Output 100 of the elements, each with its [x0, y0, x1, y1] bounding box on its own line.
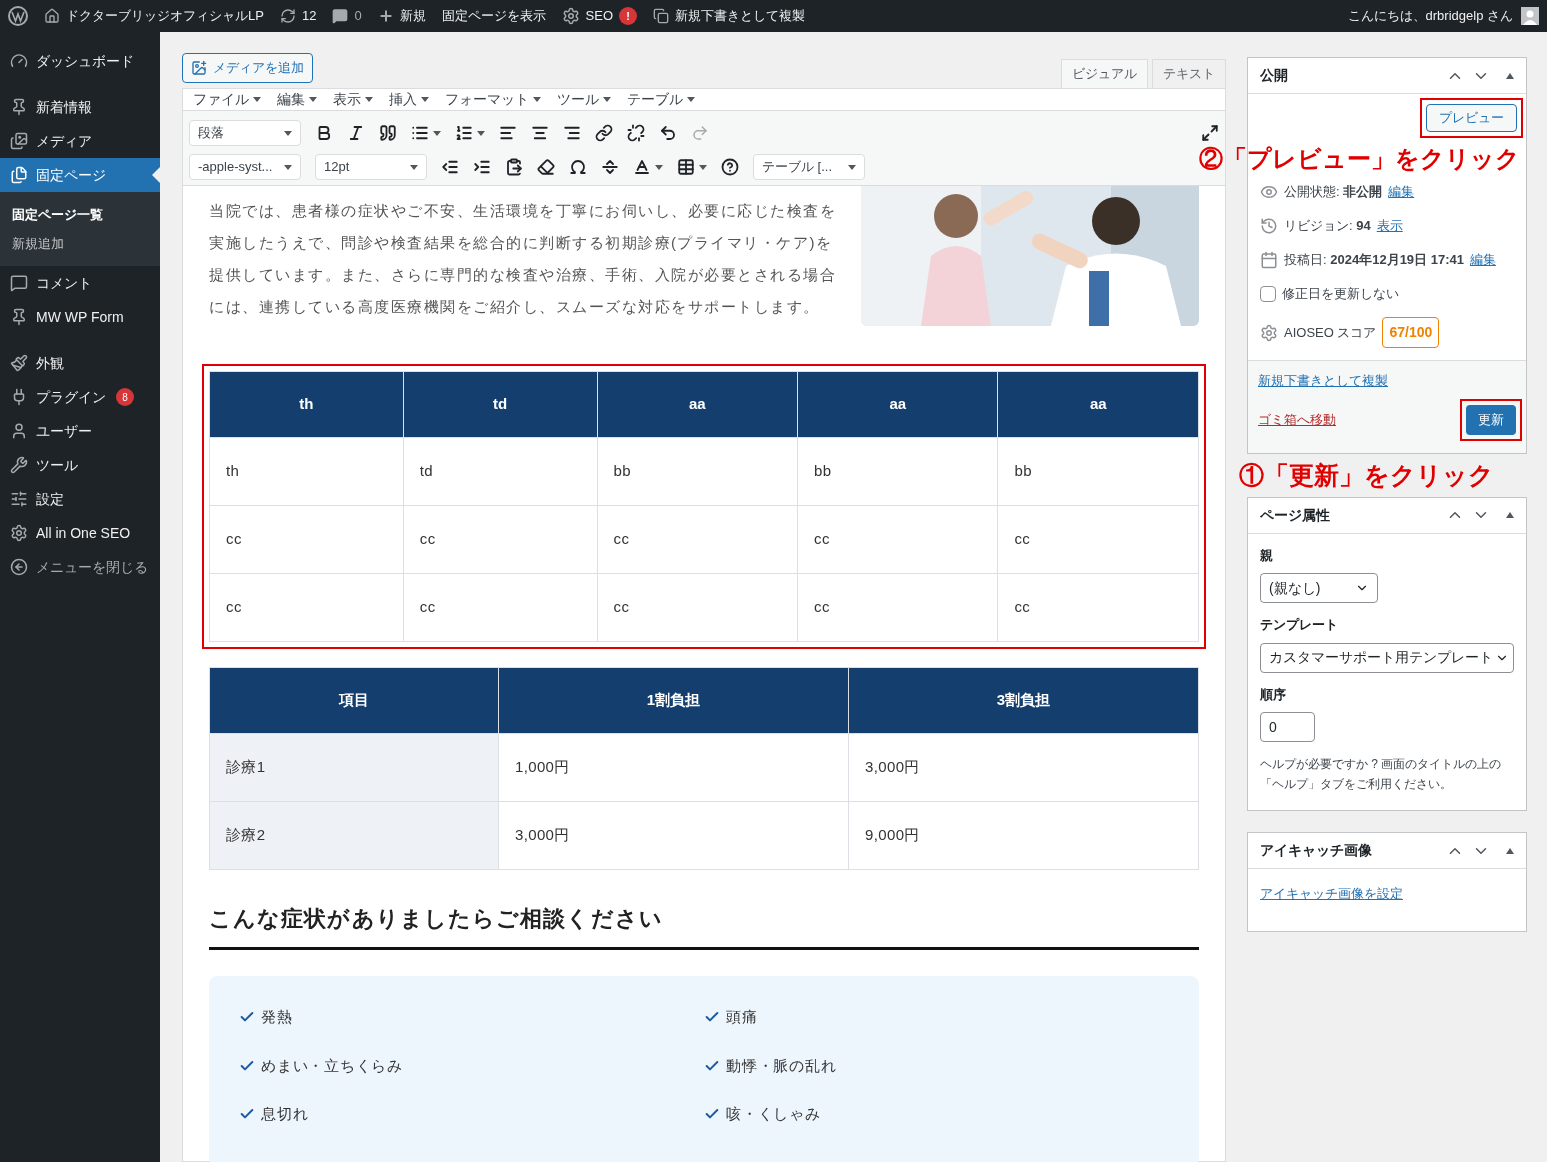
box-title: アイキャッチ画像	[1260, 841, 1372, 860]
quote-icon[interactable]	[379, 124, 397, 142]
page-break-icon[interactable]	[601, 158, 619, 176]
annotation-text: ①「更新」をクリック	[1239, 459, 1494, 491]
caret-icon	[284, 130, 292, 136]
calendar-icon	[1260, 251, 1278, 269]
menu-item[interactable]: フォーマット	[445, 89, 541, 110]
sidebar-item[interactable]: 固定ページ	[0, 158, 160, 192]
sidebar-item[interactable]: ユーザー	[0, 414, 160, 448]
gear-icon	[1260, 323, 1278, 342]
menu-item[interactable]: ツール	[557, 89, 611, 110]
edit-link[interactable]: 編集	[1388, 182, 1415, 202]
italic-icon[interactable]	[347, 124, 365, 142]
format-select[interactable]: 段落	[189, 120, 301, 146]
toggle-icon[interactable]	[1506, 512, 1514, 518]
align-right-icon[interactable]	[563, 124, 581, 142]
view-page-link[interactable]: 固定ページを表示	[441, 6, 546, 26]
submenu-item[interactable]: 新規追加	[0, 229, 160, 258]
field-label: テンプレート	[1260, 616, 1339, 634]
sidebar-item[interactable]: 新着情報	[0, 90, 160, 124]
table-cell: bb	[997, 437, 1199, 506]
eraser-icon[interactable]	[537, 158, 555, 176]
comment-count[interactable]: 0	[354, 6, 362, 26]
editor-tab[interactable]: ビジュアル	[1061, 59, 1148, 88]
section-heading: こんな症状がありましたらご相談ください	[209, 902, 1199, 950]
toggle-icon[interactable]	[1506, 847, 1514, 854]
column-header: td	[403, 371, 598, 438]
refresh-icon	[279, 8, 296, 24]
caret-icon	[410, 164, 418, 170]
template-select[interactable]: カスタマーサポート用テンプレート	[1260, 642, 1514, 673]
update-count[interactable]: 12	[301, 6, 317, 26]
update-button[interactable]: 更新	[1466, 404, 1516, 435]
brush-icon	[10, 354, 28, 372]
preview-button[interactable]: プレビュー	[1426, 104, 1517, 132]
sidebar-item[interactable]: メディア	[0, 124, 160, 158]
score-badge: 67/100	[1382, 317, 1440, 348]
text-color-icon[interactable]	[633, 158, 651, 176]
sidebar-item[interactable]: メニューを閉じる	[0, 550, 160, 584]
site-link[interactable]: ドクターブリッジオフィシャルLP	[66, 6, 264, 26]
greeting[interactable]: こんにちは、drbridgelp さん	[1347, 6, 1513, 26]
seo-link[interactable]: SEO	[585, 6, 614, 26]
help-text: ヘルプが必要ですか ? 画面のタイトルの上の「ヘルプ」タブをご利用ください。	[1260, 756, 1503, 793]
table-cell: 3,000円	[498, 801, 849, 870]
sidebar-item[interactable]: ダッシュボード	[0, 44, 160, 78]
align-center-icon[interactable]	[531, 124, 549, 142]
order-field[interactable]: 0	[1260, 712, 1315, 742]
status-text: 公開状態: 非公開	[1284, 183, 1383, 202]
set-image-link[interactable]: アイキャッチ画像を設定	[1260, 886, 1403, 901]
menu-item[interactable]: ファイル	[193, 89, 261, 110]
duplicate-link[interactable]: 新規下書きとして複製	[1258, 371, 1388, 391]
add-media-button[interactable]: メディアを追加	[182, 53, 313, 83]
caret-icon	[284, 164, 292, 170]
toggle-icon[interactable]	[1506, 72, 1514, 79]
trash-link[interactable]: ゴミ箱へ移動	[1258, 409, 1336, 430]
table-cell: 診療1	[209, 733, 499, 802]
edit-link[interactable]: 編集	[1469, 250, 1496, 270]
body-paragraph: 当院では、患者様の症状やご不安、生活環境を丁寧にお伺いし、必要に応じた検査を実施したうえで、問診や検査結果を総合的に判断する初期診療(プライマリ・ケア)を提供しています。また、さらに専門的な検査や治療、手術、入院が必要とされる場合には、連携している高度医療機関をご紹介し、スムーズな対応をサポートします。	[209, 201, 837, 317]
submenu-item[interactable]: 固定ページ一覧	[0, 200, 160, 229]
align-left-icon[interactable]	[499, 124, 517, 142]
sidebar-item[interactable]: プラグイン 8	[0, 380, 160, 414]
omega-icon[interactable]	[569, 158, 587, 176]
media-icon	[191, 60, 207, 76]
field-label: 順序	[1260, 685, 1287, 704]
sidebar-item[interactable]: All in One SEO	[0, 516, 160, 550]
paste-icon[interactable]	[505, 158, 523, 176]
undo-icon[interactable]	[659, 124, 677, 142]
fullscreen-icon[interactable]	[1201, 124, 1219, 142]
font-select[interactable]: -apple-syst...	[189, 154, 301, 180]
column-header: 3割負担	[848, 667, 1199, 734]
symptom-text: 咳・くしゃみ	[726, 1104, 821, 1124]
sidebar-item[interactable]: 設定	[0, 482, 160, 516]
table-icon[interactable]	[677, 158, 695, 176]
wrench-icon	[10, 456, 28, 474]
menu-item[interactable]: 挿入	[389, 89, 429, 110]
link-icon[interactable]	[595, 124, 613, 142]
new-link[interactable]: 新規	[399, 6, 426, 26]
sidebar-item[interactable]: 外観	[0, 346, 160, 380]
unlink-icon[interactable]	[627, 124, 645, 142]
edit-link[interactable]: 表示	[1376, 216, 1403, 236]
sidebar-item[interactable]: MW WP Form	[0, 300, 160, 334]
user-icon	[10, 422, 28, 440]
editor-tab[interactable]: テキスト	[1152, 59, 1226, 88]
parent-select[interactable]: (親なし)	[1260, 573, 1378, 603]
size-select[interactable]: 12pt	[315, 154, 427, 180]
duplicate-link[interactable]: 新規下書きとして複製	[675, 6, 806, 26]
numbered-list-icon[interactable]	[455, 124, 473, 142]
symptom-text: めまい・立ちくらみ	[261, 1055, 403, 1076]
sidebar-item[interactable]: ツール	[0, 448, 160, 482]
indent-icon[interactable]	[473, 158, 491, 176]
menu-item[interactable]: 表示	[333, 89, 373, 110]
box-title: ページ属性	[1260, 505, 1330, 525]
table-select[interactable]: テーブル [...	[753, 154, 865, 180]
logo-icon[interactable]	[8, 6, 28, 26]
bullet-list-icon[interactable]	[411, 124, 429, 142]
help-icon[interactable]	[721, 158, 739, 176]
menu-item[interactable]: テーブル	[627, 89, 695, 110]
outdent-icon[interactable]	[441, 158, 459, 176]
checkbox[interactable]	[1260, 286, 1276, 302]
sidebar-item[interactable]: コメント	[0, 266, 160, 300]
menu-item[interactable]: 編集	[277, 89, 317, 110]
